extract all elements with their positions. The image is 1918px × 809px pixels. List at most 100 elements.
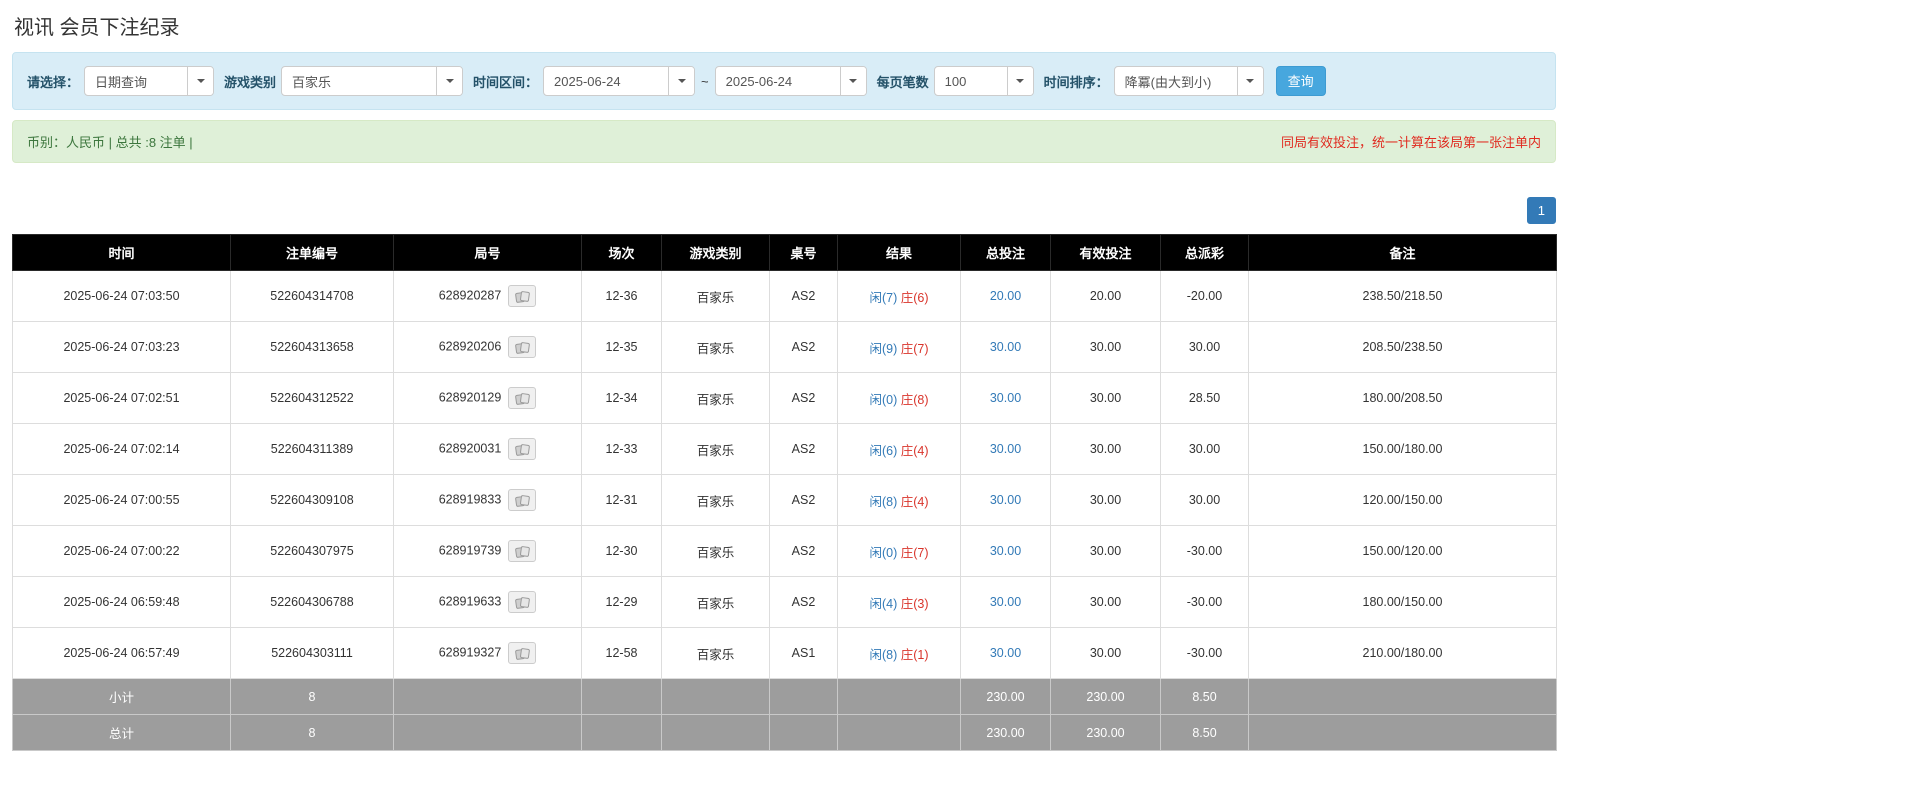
cards-icon bbox=[514, 596, 530, 609]
footer-empty-cell bbox=[661, 714, 770, 751]
caret-down-icon[interactable] bbox=[436, 67, 463, 95]
caret-down-icon[interactable] bbox=[668, 67, 695, 95]
cell-session: 12-29 bbox=[581, 576, 662, 628]
caret-down-icon[interactable] bbox=[187, 67, 214, 95]
total-bet-link[interactable]: 30.00 bbox=[990, 646, 1021, 660]
cell-payout: -30.00 bbox=[1160, 525, 1249, 577]
date-from-picker[interactable]: 2025-06-24 bbox=[543, 66, 696, 96]
caret-down-icon[interactable] bbox=[839, 67, 866, 95]
cell-bet-id: 522604309108 bbox=[230, 474, 394, 526]
cell-game: 百家乐 bbox=[661, 372, 770, 424]
cards-icon bbox=[514, 647, 530, 660]
cell-result: 闲(7) 庄(6) bbox=[837, 270, 961, 322]
summary-bar: 币别：人民币 | 总共 :8 注单 | 同局有效投注，统一计算在该局第一张注单内 bbox=[12, 120, 1556, 163]
caret-down-icon bbox=[849, 79, 858, 83]
total-bet-link[interactable]: 20.00 bbox=[990, 289, 1021, 303]
footer-empty-cell bbox=[393, 678, 582, 715]
footer-empty-cell bbox=[1248, 714, 1557, 751]
table-row: 2025-06-24 07:00:22 522604307975 6289197… bbox=[12, 525, 1557, 577]
cell-valid-bet: 30.00 bbox=[1050, 372, 1161, 424]
cell-round: 628920206 bbox=[393, 321, 582, 373]
round-detail-button[interactable] bbox=[508, 387, 537, 409]
total-bet-link[interactable]: 30.00 bbox=[990, 493, 1021, 507]
caret-down-icon bbox=[677, 79, 686, 83]
cell-session: 12-33 bbox=[581, 423, 662, 475]
round-detail-button[interactable] bbox=[508, 285, 537, 307]
date-from-value: 2025-06-24 bbox=[554, 73, 621, 89]
footer-empty-cell bbox=[769, 678, 838, 715]
cell-table-no: AS1 bbox=[769, 627, 838, 679]
cell-result: 闲(8) 庄(1) bbox=[837, 627, 961, 679]
per-page-value: 100 bbox=[944, 73, 967, 89]
tilde-separator: ~ bbox=[701, 73, 709, 89]
cell-remark: 180.00/208.50 bbox=[1248, 372, 1557, 424]
cards-icon bbox=[514, 545, 530, 558]
date-to-picker[interactable]: 2025-06-24 bbox=[714, 66, 867, 96]
round-detail-button[interactable] bbox=[508, 540, 537, 562]
cell-game: 百家乐 bbox=[661, 525, 770, 577]
cell-session: 12-30 bbox=[581, 525, 662, 577]
sort-order-dropdown[interactable]: 降冪(由大到小) bbox=[1113, 66, 1264, 96]
round-id: 628920031 bbox=[438, 441, 502, 456]
total-bet-link[interactable]: 30.00 bbox=[990, 544, 1021, 558]
cell-session: 12-36 bbox=[581, 270, 662, 322]
cell-valid-bet: 30.00 bbox=[1050, 321, 1161, 373]
records-table: 时间 注单编号 局号 场次 游戏类别 桌号 结果 总投注 有效投注 总派彩 备注… bbox=[12, 234, 1557, 751]
search-button[interactable]: 查询 bbox=[1275, 66, 1326, 96]
round-detail-button[interactable] bbox=[508, 642, 537, 664]
result-player: 闲(6) bbox=[869, 443, 898, 458]
round-detail-button[interactable] bbox=[508, 438, 537, 460]
total-bet-link[interactable]: 30.00 bbox=[990, 442, 1021, 456]
pagination-page-1[interactable]: 1 bbox=[1526, 197, 1556, 224]
total-payout: 8.50 bbox=[1160, 714, 1249, 751]
cell-remark: 120.00/150.00 bbox=[1248, 474, 1557, 526]
round-detail-button[interactable] bbox=[508, 489, 537, 511]
select-type-label: 请选择： bbox=[27, 74, 80, 90]
cell-valid-bet: 30.00 bbox=[1050, 474, 1161, 526]
cell-table-no: AS2 bbox=[769, 321, 838, 373]
cell-valid-bet: 30.00 bbox=[1050, 525, 1161, 577]
cell-total-bet: 30.00 bbox=[960, 423, 1051, 475]
col-header-session: 场次 bbox=[581, 234, 662, 271]
result-banker: 庄(8) bbox=[900, 392, 929, 407]
total-bet-link[interactable]: 30.00 bbox=[990, 391, 1021, 405]
cell-time: 2025-06-24 06:59:48 bbox=[12, 576, 231, 628]
cell-payout: 28.50 bbox=[1160, 372, 1249, 424]
cell-game: 百家乐 bbox=[661, 627, 770, 679]
round-id: 628920206 bbox=[438, 339, 502, 354]
table-body: 2025-06-24 07:03:50 522604314708 6289202… bbox=[12, 270, 1557, 679]
total-label: 总计 bbox=[12, 714, 231, 751]
cell-time: 2025-06-24 07:02:14 bbox=[12, 423, 231, 475]
caret-down-icon[interactable] bbox=[1006, 67, 1033, 95]
total-bet-link[interactable]: 30.00 bbox=[990, 340, 1021, 354]
sort-order-label: 时间排序： bbox=[1043, 74, 1109, 90]
cell-payout: -30.00 bbox=[1160, 627, 1249, 679]
page: 视讯 会员下注纪录 请选择： 日期查询 游戏类别 百家乐 时间区间： 2025-… bbox=[12, 0, 1557, 751]
table-row: 2025-06-24 06:59:48 522604306788 6289196… bbox=[12, 576, 1557, 628]
result-player: 闲(7) bbox=[869, 290, 898, 305]
per-page-dropdown[interactable]: 100 bbox=[933, 66, 1034, 96]
footer-empty-cell bbox=[581, 714, 662, 751]
round-detail-button[interactable] bbox=[508, 336, 537, 358]
table-row: 2025-06-24 07:02:51 522604312522 6289201… bbox=[12, 372, 1557, 424]
game-type-dropdown[interactable]: 百家乐 bbox=[281, 66, 464, 96]
col-header-remark: 备注 bbox=[1248, 234, 1557, 271]
select-type-dropdown[interactable]: 日期查询 bbox=[84, 66, 215, 96]
cell-total-bet: 30.00 bbox=[960, 525, 1051, 577]
footer-empty-cell bbox=[769, 714, 838, 751]
col-header-table: 桌号 bbox=[769, 234, 838, 271]
cell-round: 628919633 bbox=[393, 576, 582, 628]
cell-total-bet: 30.00 bbox=[960, 627, 1051, 679]
caret-down-icon bbox=[1016, 79, 1025, 83]
total-bet-link[interactable]: 30.00 bbox=[990, 595, 1021, 609]
cell-result: 闲(6) 庄(4) bbox=[837, 423, 961, 475]
page-title: 视讯 会员下注纪录 bbox=[14, 17, 180, 39]
footer-empty-cell bbox=[837, 714, 961, 751]
date-to-value: 2025-06-24 bbox=[725, 73, 793, 89]
table-row: 2025-06-24 07:03:50 522604314708 6289202… bbox=[12, 270, 1557, 322]
cell-valid-bet: 20.00 bbox=[1050, 270, 1161, 322]
cell-round: 628919739 bbox=[393, 525, 582, 577]
summary-note: 同局有效投注，统一计算在该局第一张注单内 bbox=[1280, 135, 1541, 150]
caret-down-icon[interactable] bbox=[1236, 67, 1263, 95]
round-detail-button[interactable] bbox=[508, 591, 537, 613]
